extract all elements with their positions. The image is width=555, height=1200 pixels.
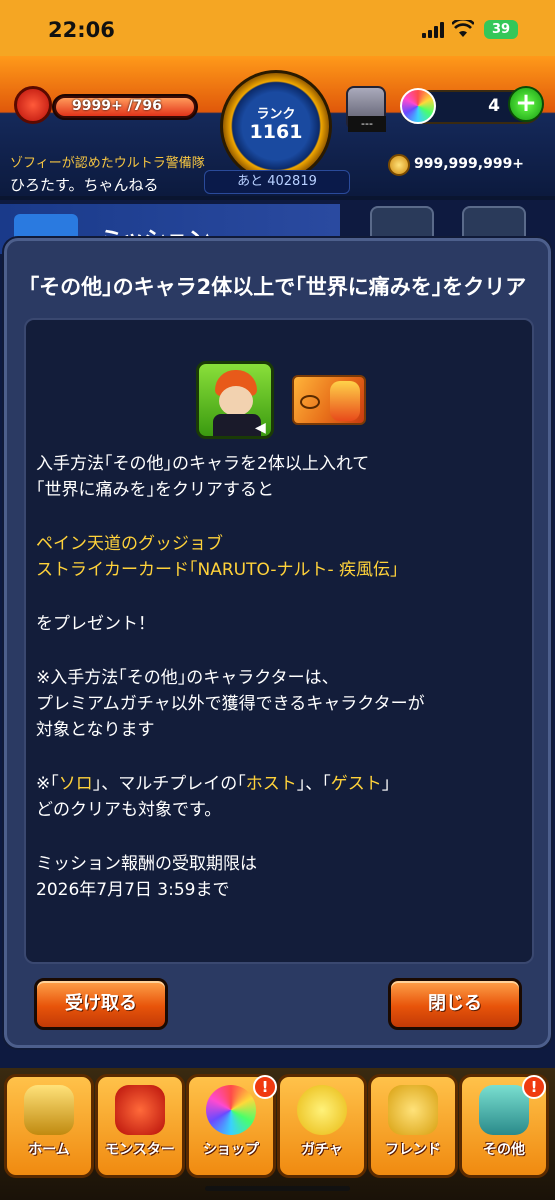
- receive-button[interactable]: 受け取る: [34, 978, 168, 1030]
- present-text: をプレゼント！: [36, 614, 155, 634]
- mode-host: ホスト: [245, 774, 297, 794]
- mission-dialog: ｢その他｣のキャラ2体以上で｢世界に痛みを｣をクリア ◀ 入手方法｢その他｣のキ…: [4, 238, 551, 1048]
- rank-next-exp: あと 402819: [204, 170, 350, 194]
- player-title: ゾフィーが認めたウルトラ警備隊: [10, 156, 205, 171]
- orb-icon: [400, 88, 436, 124]
- friend-icon: [388, 1085, 438, 1135]
- shop-orb-icon: [206, 1085, 256, 1135]
- note-1c: 対象となります: [36, 720, 155, 740]
- close-button[interactable]: 閉じる: [388, 978, 522, 1030]
- reward-striker-card-icon[interactable]: [292, 375, 366, 425]
- player-name: ひろたす。ちゃんねる: [10, 176, 159, 194]
- nav-gacha[interactable]: ガチャ: [277, 1074, 367, 1178]
- status-time: 22:06: [48, 18, 115, 42]
- rank-value: 1161: [249, 121, 303, 143]
- stamina-text: 9999+ /796: [72, 98, 162, 114]
- reward-name-2: ストライカーカード｢NARUTO-ナルト- 疾風伝｣: [36, 560, 399, 580]
- deadline-line-2: 2026年7月7日 3:59まで: [36, 880, 230, 900]
- dialog-title: ｢その他｣のキャラ2体以上で｢世界に痛みを｣をクリア: [28, 275, 527, 299]
- coin-count: 999,999,999+: [414, 156, 525, 172]
- reward-character-icon[interactable]: ◀: [196, 361, 274, 439]
- note-1b: プレミアムガチャ以外で獲得できるキャラクターが: [36, 694, 425, 714]
- reward-name-1: ペイン天道のグッジョブ: [36, 534, 223, 554]
- stamina-bar: 9999+ /796: [52, 94, 198, 120]
- coin-icon: [388, 154, 410, 176]
- monster-icon: [115, 1085, 165, 1135]
- orb-count: 4: [488, 96, 500, 116]
- deadline-line-1: ミッション報酬の受取期限は: [36, 854, 257, 874]
- game-hud: 9999+ /796 ランク 1161 あと 402819 --- 4 + ゾフ…: [0, 56, 555, 196]
- rank-badge[interactable]: ランク 1161: [220, 70, 332, 182]
- body-line-1: 入手方法｢その他｣のキャラを2体以上入れて: [36, 454, 370, 474]
- gacha-egg-icon: [297, 1085, 347, 1135]
- speaker-icon: ◀: [255, 420, 266, 436]
- home-indicator[interactable]: [205, 1186, 350, 1191]
- body-line-2: ｢世界に痛みを｣をクリアすると: [36, 480, 274, 500]
- other-alert-badge: !: [522, 1075, 546, 1099]
- note-2a: ※｢ソロ｣、マルチプレイの｢ホスト｣、｢ゲスト｣: [36, 774, 391, 794]
- stamina-icon: [14, 86, 52, 124]
- note-2b: どのクリアも対象です。: [36, 800, 222, 820]
- mode-guest: ゲスト: [330, 774, 382, 794]
- home-icon: [24, 1085, 74, 1135]
- buy-orbs-button[interactable]: +: [508, 86, 544, 122]
- shop-alert-badge: !: [253, 1075, 277, 1099]
- mode-solo: ソロ: [58, 774, 93, 794]
- ticket-label: ---: [348, 116, 386, 132]
- note-1a: ※入手方法｢その他｣のキャラクターは、: [36, 668, 339, 688]
- nav-home[interactable]: ホーム: [4, 1074, 94, 1178]
- battery-icon: 39: [484, 20, 518, 39]
- nav-shop[interactable]: ショップ !: [186, 1074, 277, 1178]
- nav-friend[interactable]: フレンド: [368, 1074, 458, 1178]
- nav-monster[interactable]: モンスター: [95, 1074, 185, 1178]
- dialog-body: ◀ 入手方法｢その他｣のキャラを2体以上入れて ｢世界に痛みを｣をクリアすると …: [24, 318, 534, 964]
- rank-label: ランク: [256, 107, 296, 122]
- wifi-icon: [452, 20, 474, 37]
- status-bar: 22:06 39: [0, 0, 555, 56]
- other-icon: [479, 1085, 529, 1135]
- nav-other[interactable]: その他 !: [459, 1074, 549, 1178]
- bottom-nav: ホーム モンスター ショップ ! ガチャ フレンド その他 !: [0, 1068, 555, 1200]
- cellular-signal-icon: [422, 22, 446, 38]
- leaf-swirl-icon: [300, 395, 320, 409]
